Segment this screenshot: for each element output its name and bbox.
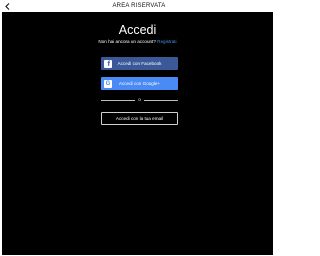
- login-title: Accedi: [118, 23, 157, 37]
- google-icon: G: [104, 79, 112, 88]
- google-login-button[interactable]: G Accedi con Google+: [101, 77, 178, 90]
- top-bar: AREA RISERVATA: [0, 0, 278, 12]
- no-account-line: Non hai ancora un account? Registrati: [2, 39, 273, 44]
- or-divider: o: [101, 97, 178, 103]
- facebook-icon: f: [104, 59, 112, 68]
- page-title: AREA RISERVATA: [112, 3, 166, 9]
- login-panel: Accedi Non hai ancora un account? Regist…: [2, 12, 273, 255]
- divider-line-right: [144, 100, 178, 101]
- login-screen: AREA RISERVATA Accedi Non hai ancora un …: [0, 0, 278, 256]
- email-login-label: Accedi con la tua email: [115, 116, 164, 121]
- register-link[interactable]: Registrati: [157, 39, 176, 44]
- google-login-label: Accedi con Google+: [118, 81, 161, 86]
- no-account-text: Non hai ancora un account?: [98, 39, 156, 44]
- facebook-login-label: Accedi con Facebook: [117, 61, 162, 66]
- facebook-login-button[interactable]: f Accedi con Facebook: [101, 57, 178, 70]
- email-login-button[interactable]: Accedi con la tua email: [101, 112, 178, 125]
